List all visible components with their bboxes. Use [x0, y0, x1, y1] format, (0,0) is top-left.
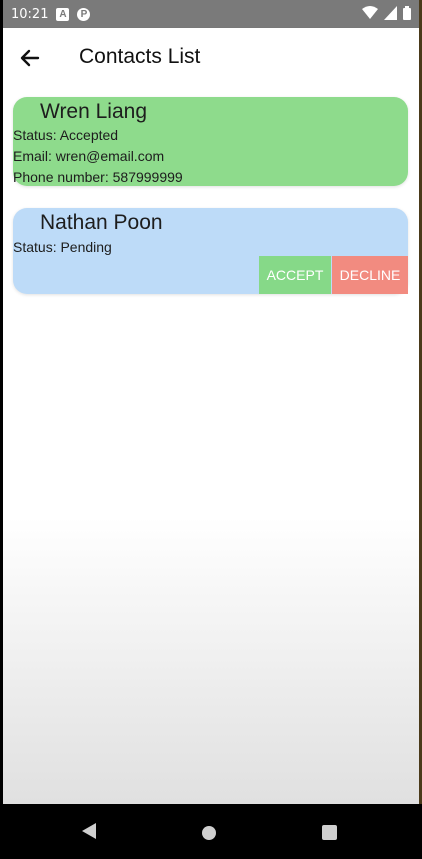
- back-button[interactable]: [15, 43, 45, 73]
- contact-name: Wren Liang: [40, 100, 148, 123]
- contact-phone: Phone number: 587999999: [13, 169, 183, 185]
- contact-status: Status: Accepted: [13, 127, 119, 143]
- nav-back-icon[interactable]: [82, 823, 96, 839]
- app-bar: Contacts List: [3, 28, 419, 86]
- battery-icon: [403, 6, 411, 20]
- contact-card-pending[interactable]: Nathan Poon Status: Pending ACCEPT DECLI…: [13, 208, 408, 294]
- nav-home-icon[interactable]: [202, 826, 216, 840]
- status-time: 10:21: [11, 6, 49, 22]
- wifi-icon: [362, 6, 378, 19]
- status-bar: 10:21 A P: [3, 0, 419, 28]
- notification-a-icon: A: [56, 7, 70, 21]
- contacts-list: Wren Liang Status: Accepted Email: wren@…: [3, 86, 419, 804]
- navigation-bar: [0, 804, 422, 859]
- cell-signal-icon: [384, 6, 397, 20]
- accept-button[interactable]: ACCEPT: [259, 256, 331, 294]
- decline-button[interactable]: DECLINE: [332, 256, 408, 294]
- notification-pocket-icon: P: [77, 7, 91, 21]
- contact-name: Nathan Poon: [40, 211, 163, 234]
- contact-email: Email: wren@email.com: [13, 148, 165, 164]
- nav-recents-icon[interactable]: [322, 825, 337, 840]
- phone-screen: 10:21 A P Contacts List Wren Liang Statu…: [3, 0, 419, 859]
- contact-card-accepted[interactable]: Wren Liang Status: Accepted Email: wren@…: [13, 97, 408, 186]
- arrow-back-icon: [20, 49, 40, 67]
- contact-status: Status: Pending: [13, 239, 112, 255]
- page-title: Contacts List: [79, 45, 201, 68]
